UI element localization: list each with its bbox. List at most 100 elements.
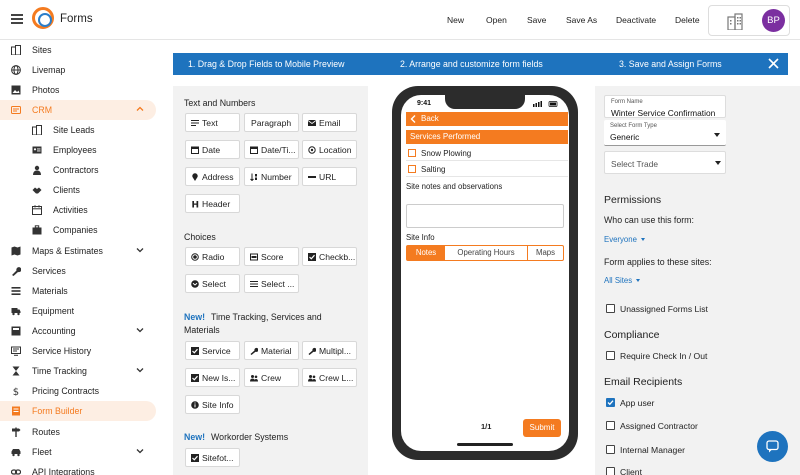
sidebar-item-label: Equipment [32,306,75,316]
calendar-icon [32,205,42,215]
menu-icon[interactable] [11,14,23,24]
company-switcher[interactable]: BP [708,5,790,36]
field-multiple-button[interactable]: Multipl... [302,341,357,360]
sidebar-item-services[interactable]: Services [0,261,156,281]
phone-submit-button[interactable]: Submit [523,419,561,437]
sidebar-item-site-leads[interactable]: Site Leads [0,120,156,140]
sidebar-item-label: Employees [53,145,97,155]
chevron-down-icon[interactable] [136,366,144,374]
sidebar-item-pricing-contracts[interactable]: $ Pricing Contracts [0,381,156,401]
field-date-button[interactable]: Date [185,140,240,159]
phone-notes-textarea[interactable] [406,204,564,228]
field-service-button[interactable]: Service [185,341,240,360]
checkbox[interactable] [408,149,416,157]
field-new-issue-button[interactable]: New Is... [185,368,240,387]
checkbox-checked[interactable] [606,398,615,407]
sidebar-item-sites[interactable]: Sites [0,40,156,60]
save-as-button[interactable]: Save As [566,15,597,25]
app-logo [32,7,54,29]
sidebar-item-accounting[interactable]: Accounting [0,321,156,341]
checkbox[interactable] [606,351,615,360]
sidebar-item-form-builder[interactable]: Form Builder [0,401,156,421]
form-type-select[interactable]: Select Form Type Generic [604,120,726,146]
checkbox[interactable] [606,445,615,454]
wrench-icon [12,267,21,276]
field-score-button[interactable]: Score [244,247,299,266]
sidebar-item-maps-estimates[interactable]: Maps & Estimates [0,241,156,261]
tab-operating-hours[interactable]: Operating Hours [445,246,528,260]
field-crew-button[interactable]: Crew [244,368,299,387]
delete-button[interactable]: Delete [675,15,700,25]
phone-option-snow-plowing[interactable]: Snow Plowing [406,146,568,161]
field-site-info-button[interactable]: Site Info [185,395,240,414]
field-url-button[interactable]: URL [302,167,357,186]
tab-notes[interactable]: Notes [407,246,445,260]
who-can-use-dropdown[interactable]: Everyone [604,235,645,244]
select-multi-icon [250,281,258,287]
field-select-multiple-button[interactable]: Select ... [244,274,299,293]
sidebar-item-api-integrations[interactable]: API Integrations [0,462,156,475]
sidebar-item-livemap[interactable]: Livemap [0,60,156,80]
phone-notch [445,95,525,109]
wrench-icon [250,347,258,355]
save-button[interactable]: Save [527,15,546,25]
field-sitefotos-button[interactable]: Sitefot... [185,448,240,467]
chevron-down-icon[interactable] [136,246,144,254]
sidebar-item-materials[interactable]: Materials [0,281,156,301]
trade-select[interactable]: Select Trade [604,151,726,174]
checkbox[interactable] [408,165,416,173]
new-button[interactable]: New [447,15,464,25]
deactivate-button[interactable]: Deactivate [616,15,656,25]
chat-support-button[interactable] [757,431,788,462]
sidebar-item-photos[interactable]: Photos [0,80,156,100]
link-icon [11,469,21,475]
form-settings-panel: Form Name Winter Service Confirmation Se… [595,86,800,475]
truck-icon [11,308,21,316]
field-select-button[interactable]: Select [185,274,240,293]
sidebar-item-activities[interactable]: Activities [0,200,156,220]
sidebar-item-fleet[interactable]: Fleet [0,442,156,462]
form-name-field[interactable]: Form Name Winter Service Confirmation [604,95,726,118]
field-location-button[interactable]: Location [302,140,357,159]
checkbox[interactable] [606,304,615,313]
field-radio-button[interactable]: Radio [185,247,240,266]
open-button[interactable]: Open [486,15,507,25]
sidebar-item-crm[interactable]: CRM [0,100,156,120]
phone-time: 9:41 [417,100,432,107]
sidebar-item-time-tracking[interactable]: Time Tracking [0,361,156,381]
calendar-icon [191,146,199,154]
field-crew-list-button[interactable]: Crew L... [302,368,357,387]
trade-placeholder: Select Trade [611,159,659,169]
info-icon [191,401,199,409]
field-address-button[interactable]: Address [185,167,240,186]
field-checkbox-button[interactable]: Checkb... [302,247,357,266]
avatar[interactable]: BP [762,9,785,32]
chevron-up-icon[interactable] [136,105,144,113]
sidebar-item-clients[interactable]: Clients [0,180,156,200]
close-icon[interactable] [768,58,779,69]
phone-option-salting[interactable]: Salting [406,162,568,177]
signal-battery-icon [533,101,558,107]
sidebar-item-label: Contractors [53,165,99,175]
signpost-icon [12,427,21,437]
field-text-button[interactable]: Text [185,113,240,132]
checkbox[interactable] [606,467,615,475]
sidebar-item-service-history[interactable]: Service History [0,341,156,361]
sidebar-item-routes[interactable]: Routes [0,422,156,442]
phone-back-bar[interactable]: Back [406,112,568,126]
chevron-down-icon[interactable] [136,447,144,455]
sidebar-item-employees[interactable]: Employees [0,140,156,160]
field-datetime-button[interactable]: Date/Ti... [244,140,299,159]
field-email-button[interactable]: Email [302,113,357,132]
sidebar-item-contractors[interactable]: Contractors [0,160,156,180]
checkbox[interactable] [606,421,615,430]
tab-maps[interactable]: Maps [528,246,563,260]
chevron-down-icon[interactable] [136,326,144,334]
sidebar-item-equipment[interactable]: Equipment [0,301,156,321]
field-paragraph-button[interactable]: Paragraph [244,113,299,132]
field-number-button[interactable]: Number [244,167,299,186]
field-material-button[interactable]: Material [244,341,299,360]
sidebar-item-companies[interactable]: Companies [0,220,156,240]
applies-to-dropdown[interactable]: All Sites [604,276,641,285]
field-header-button[interactable]: H Header [185,194,240,213]
